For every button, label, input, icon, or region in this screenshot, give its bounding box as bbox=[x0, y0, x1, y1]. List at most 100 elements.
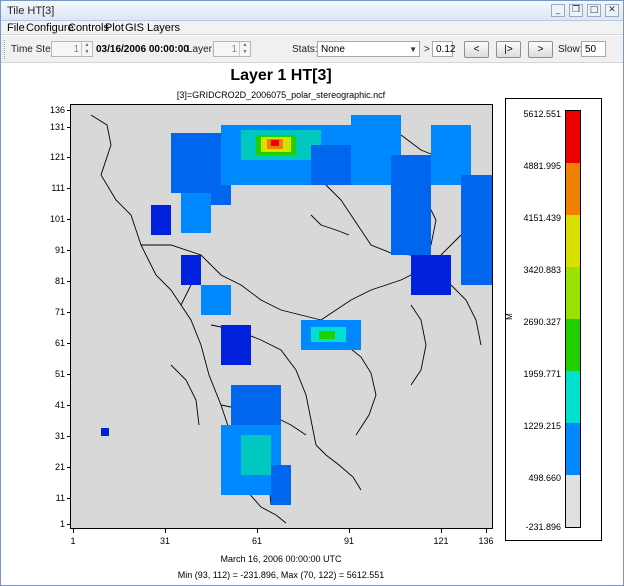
chevron-down-icon: ▼ bbox=[409, 45, 417, 54]
legend-label: 5612.551 bbox=[523, 109, 561, 119]
menu-controls[interactable]: Controls bbox=[68, 22, 109, 34]
y-tick-label: 1 bbox=[59, 519, 65, 529]
y-tick-label: 71 bbox=[54, 307, 65, 317]
app-window: Tile HT[3] _ ❐ □ ✕ File Configure Contro… bbox=[0, 0, 624, 586]
y-tick-mark bbox=[67, 281, 71, 282]
threshold-gt-label: > bbox=[424, 44, 430, 55]
terrain-cells bbox=[101, 115, 492, 505]
spinner-up-icon[interactable]: ▲ bbox=[240, 42, 250, 49]
y-tick-label: 121 bbox=[49, 152, 65, 162]
menu-plot[interactable]: Plot bbox=[105, 22, 124, 34]
map-canvas[interactable] bbox=[70, 104, 493, 529]
time-step-spinner[interactable]: 1 ▲ ▼ bbox=[51, 41, 93, 57]
y-tick-label: 41 bbox=[54, 400, 65, 410]
x-tick-mark bbox=[486, 529, 487, 533]
close-button[interactable]: ✕ bbox=[605, 4, 619, 17]
y-tick-label: 111 bbox=[51, 183, 65, 193]
y-tick-label: 51 bbox=[54, 369, 65, 379]
x-tick-label: 61 bbox=[251, 536, 262, 546]
legend-swatch bbox=[566, 163, 580, 215]
y-tick-mark bbox=[67, 110, 71, 111]
toolbar: Time Step: 1 ▲ ▼ 03/16/2006 00:00:00 Laye… bbox=[1, 36, 623, 63]
slow-label: Slow: bbox=[558, 44, 583, 55]
y-tick-mark bbox=[67, 127, 71, 128]
legend-swatch bbox=[566, 111, 580, 163]
minimize-button[interactable]: _ bbox=[551, 4, 565, 17]
y-tick-mark bbox=[67, 467, 71, 468]
stats-label: Stats: bbox=[292, 44, 318, 55]
y-tick-label: 21 bbox=[54, 462, 65, 472]
restore-button[interactable]: ❐ bbox=[569, 4, 583, 17]
window-title: Tile HT[3] bbox=[7, 5, 55, 17]
maximize-button[interactable]: □ bbox=[587, 4, 601, 17]
y-tick-mark bbox=[67, 250, 71, 251]
plot-subtitle: [3]=GRIDCRO2D_2006075_polar_stereographi… bbox=[176, 90, 386, 100]
layer-value: 1 bbox=[231, 44, 237, 55]
spinner-up-icon[interactable]: ▲ bbox=[82, 42, 92, 49]
x-tick-mark bbox=[257, 529, 258, 533]
legend-label: 2690.327 bbox=[523, 317, 561, 327]
toolbar-grip[interactable] bbox=[4, 40, 7, 59]
y-tick-mark bbox=[67, 436, 71, 437]
legend-swatch bbox=[566, 423, 580, 475]
legend-label: 1959.771 bbox=[523, 369, 561, 379]
y-tick-mark bbox=[67, 312, 71, 313]
play-button[interactable]: |> bbox=[496, 41, 521, 58]
x-tick-label: 1 bbox=[70, 536, 76, 546]
spinner-down-icon[interactable]: ▼ bbox=[240, 49, 250, 56]
prev-step-button[interactable]: < bbox=[464, 41, 489, 58]
current-date: 03/16/2006 00:00:00 bbox=[96, 44, 189, 55]
y-tick-label: 91 bbox=[54, 245, 65, 255]
legend-swatch bbox=[566, 215, 580, 267]
y-tick-label: 131 bbox=[49, 122, 65, 132]
menu-gis-layers[interactable]: GIS Layers bbox=[125, 22, 180, 34]
y-tick-label: 81 bbox=[54, 276, 65, 286]
legend-label: -231.896 bbox=[525, 522, 561, 532]
spinner-down-icon[interactable]: ▼ bbox=[82, 49, 92, 56]
x-tick-label: 91 bbox=[343, 536, 354, 546]
title-bar[interactable]: Tile HT[3] _ ❐ □ ✕ bbox=[1, 1, 623, 21]
x-tick-label: 31 bbox=[159, 536, 170, 546]
layer-spinner[interactable]: 1 ▲ ▼ bbox=[213, 41, 251, 57]
menu-bar: File Configure Controls Plot GIS Layers bbox=[1, 21, 623, 35]
layer-label: Layer: bbox=[187, 44, 215, 55]
legend-swatch bbox=[566, 319, 580, 371]
y-tick-mark bbox=[67, 498, 71, 499]
y-tick-mark bbox=[67, 188, 71, 189]
x-tick-mark bbox=[165, 529, 166, 533]
menu-file[interactable]: File bbox=[7, 22, 25, 34]
legend-swatch bbox=[566, 475, 580, 527]
menu-configure[interactable]: Configure bbox=[26, 22, 74, 34]
legend-swatch bbox=[566, 267, 580, 319]
y-tick-label: 31 bbox=[54, 431, 65, 441]
slow-input[interactable]: 50 bbox=[581, 41, 606, 57]
legend-label: 498.660 bbox=[528, 473, 561, 483]
time-step-value: 1 bbox=[73, 44, 79, 55]
y-tick-mark bbox=[67, 374, 71, 375]
y-tick-mark bbox=[67, 524, 71, 525]
legend-swatch bbox=[566, 371, 580, 423]
next-step-button[interactable]: > bbox=[528, 41, 553, 58]
y-tick-label: 61 bbox=[54, 338, 65, 348]
legend-unit: M bbox=[504, 313, 514, 320]
y-tick-label: 11 bbox=[55, 493, 65, 503]
x-tick-label: 136 bbox=[478, 536, 494, 546]
y-tick-mark bbox=[67, 405, 71, 406]
plot-title: Layer 1 HT[3] bbox=[230, 67, 332, 84]
threshold-input[interactable]: 0.12 bbox=[432, 41, 455, 57]
y-tick-mark bbox=[67, 219, 71, 220]
y-tick-mark bbox=[67, 157, 71, 158]
legend-label: 3420.883 bbox=[523, 265, 561, 275]
y-tick-label: 101 bbox=[49, 214, 65, 224]
x-tick-mark bbox=[349, 529, 350, 533]
legend-colorbar bbox=[565, 110, 581, 528]
plot-minmax: Min (93, 112) = -231.896, Max (70, 122) … bbox=[177, 570, 385, 580]
y-tick-mark bbox=[67, 343, 71, 344]
legend-label: 1229.215 bbox=[523, 421, 561, 431]
stats-value: None bbox=[321, 44, 345, 55]
legend-label: 4881.995 bbox=[523, 161, 561, 171]
stats-select[interactable]: None ▼ bbox=[317, 41, 420, 57]
y-tick-label: 136 bbox=[49, 105, 65, 115]
legend-label: 4151.439 bbox=[523, 213, 561, 223]
x-tick-mark bbox=[441, 529, 442, 533]
